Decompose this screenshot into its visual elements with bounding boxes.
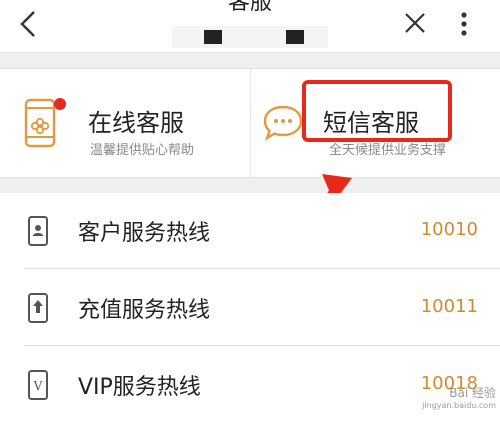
svg-text:V: V [33, 379, 43, 393]
hotline-label: 客户服务热线 [78, 221, 211, 246]
hotline-number[interactable]: 10011 [421, 296, 478, 317]
hotline-label: VIP服务热线 [78, 375, 201, 400]
more-vertical-icon[interactable] [454, 8, 474, 40]
watermark-main: Bai 经验 [449, 386, 496, 400]
watermark: Bai 经验 jingyan.baidu.com [372, 384, 496, 424]
phone-upload-icon [28, 293, 48, 323]
redaction-mark [286, 30, 304, 44]
online-service-title: 在线客服 [88, 109, 184, 137]
top-navbar: 客服 [0, 0, 500, 53]
hotline-row-recharge[interactable]: 充值服务热线 10011 [0, 270, 500, 346]
hotline-label: 充值服务热线 [78, 298, 211, 323]
notification-badge [54, 98, 66, 110]
phone-vip-icon: V [28, 370, 48, 400]
phone-chat-icon [24, 98, 66, 148]
redacted-area [172, 26, 328, 48]
redaction-mark [204, 30, 222, 44]
hotline-row-customer[interactable]: 客户服务热线 10010 [0, 193, 500, 269]
watermark-sub: jingyan.baidu.com [422, 401, 496, 410]
highlight-annotation-box [302, 80, 452, 142]
online-service-subtitle: 温馨提供贴心帮助 [90, 143, 195, 158]
message-bubble-icon [263, 105, 303, 141]
row-divider [24, 268, 500, 269]
row-divider [24, 345, 500, 346]
phone-user-icon [28, 216, 48, 246]
online-service-card[interactable]: 在线客服 温馨提供贴心帮助 [0, 69, 250, 177]
hotline-number[interactable]: 10010 [421, 219, 478, 240]
close-icon[interactable] [400, 8, 430, 38]
